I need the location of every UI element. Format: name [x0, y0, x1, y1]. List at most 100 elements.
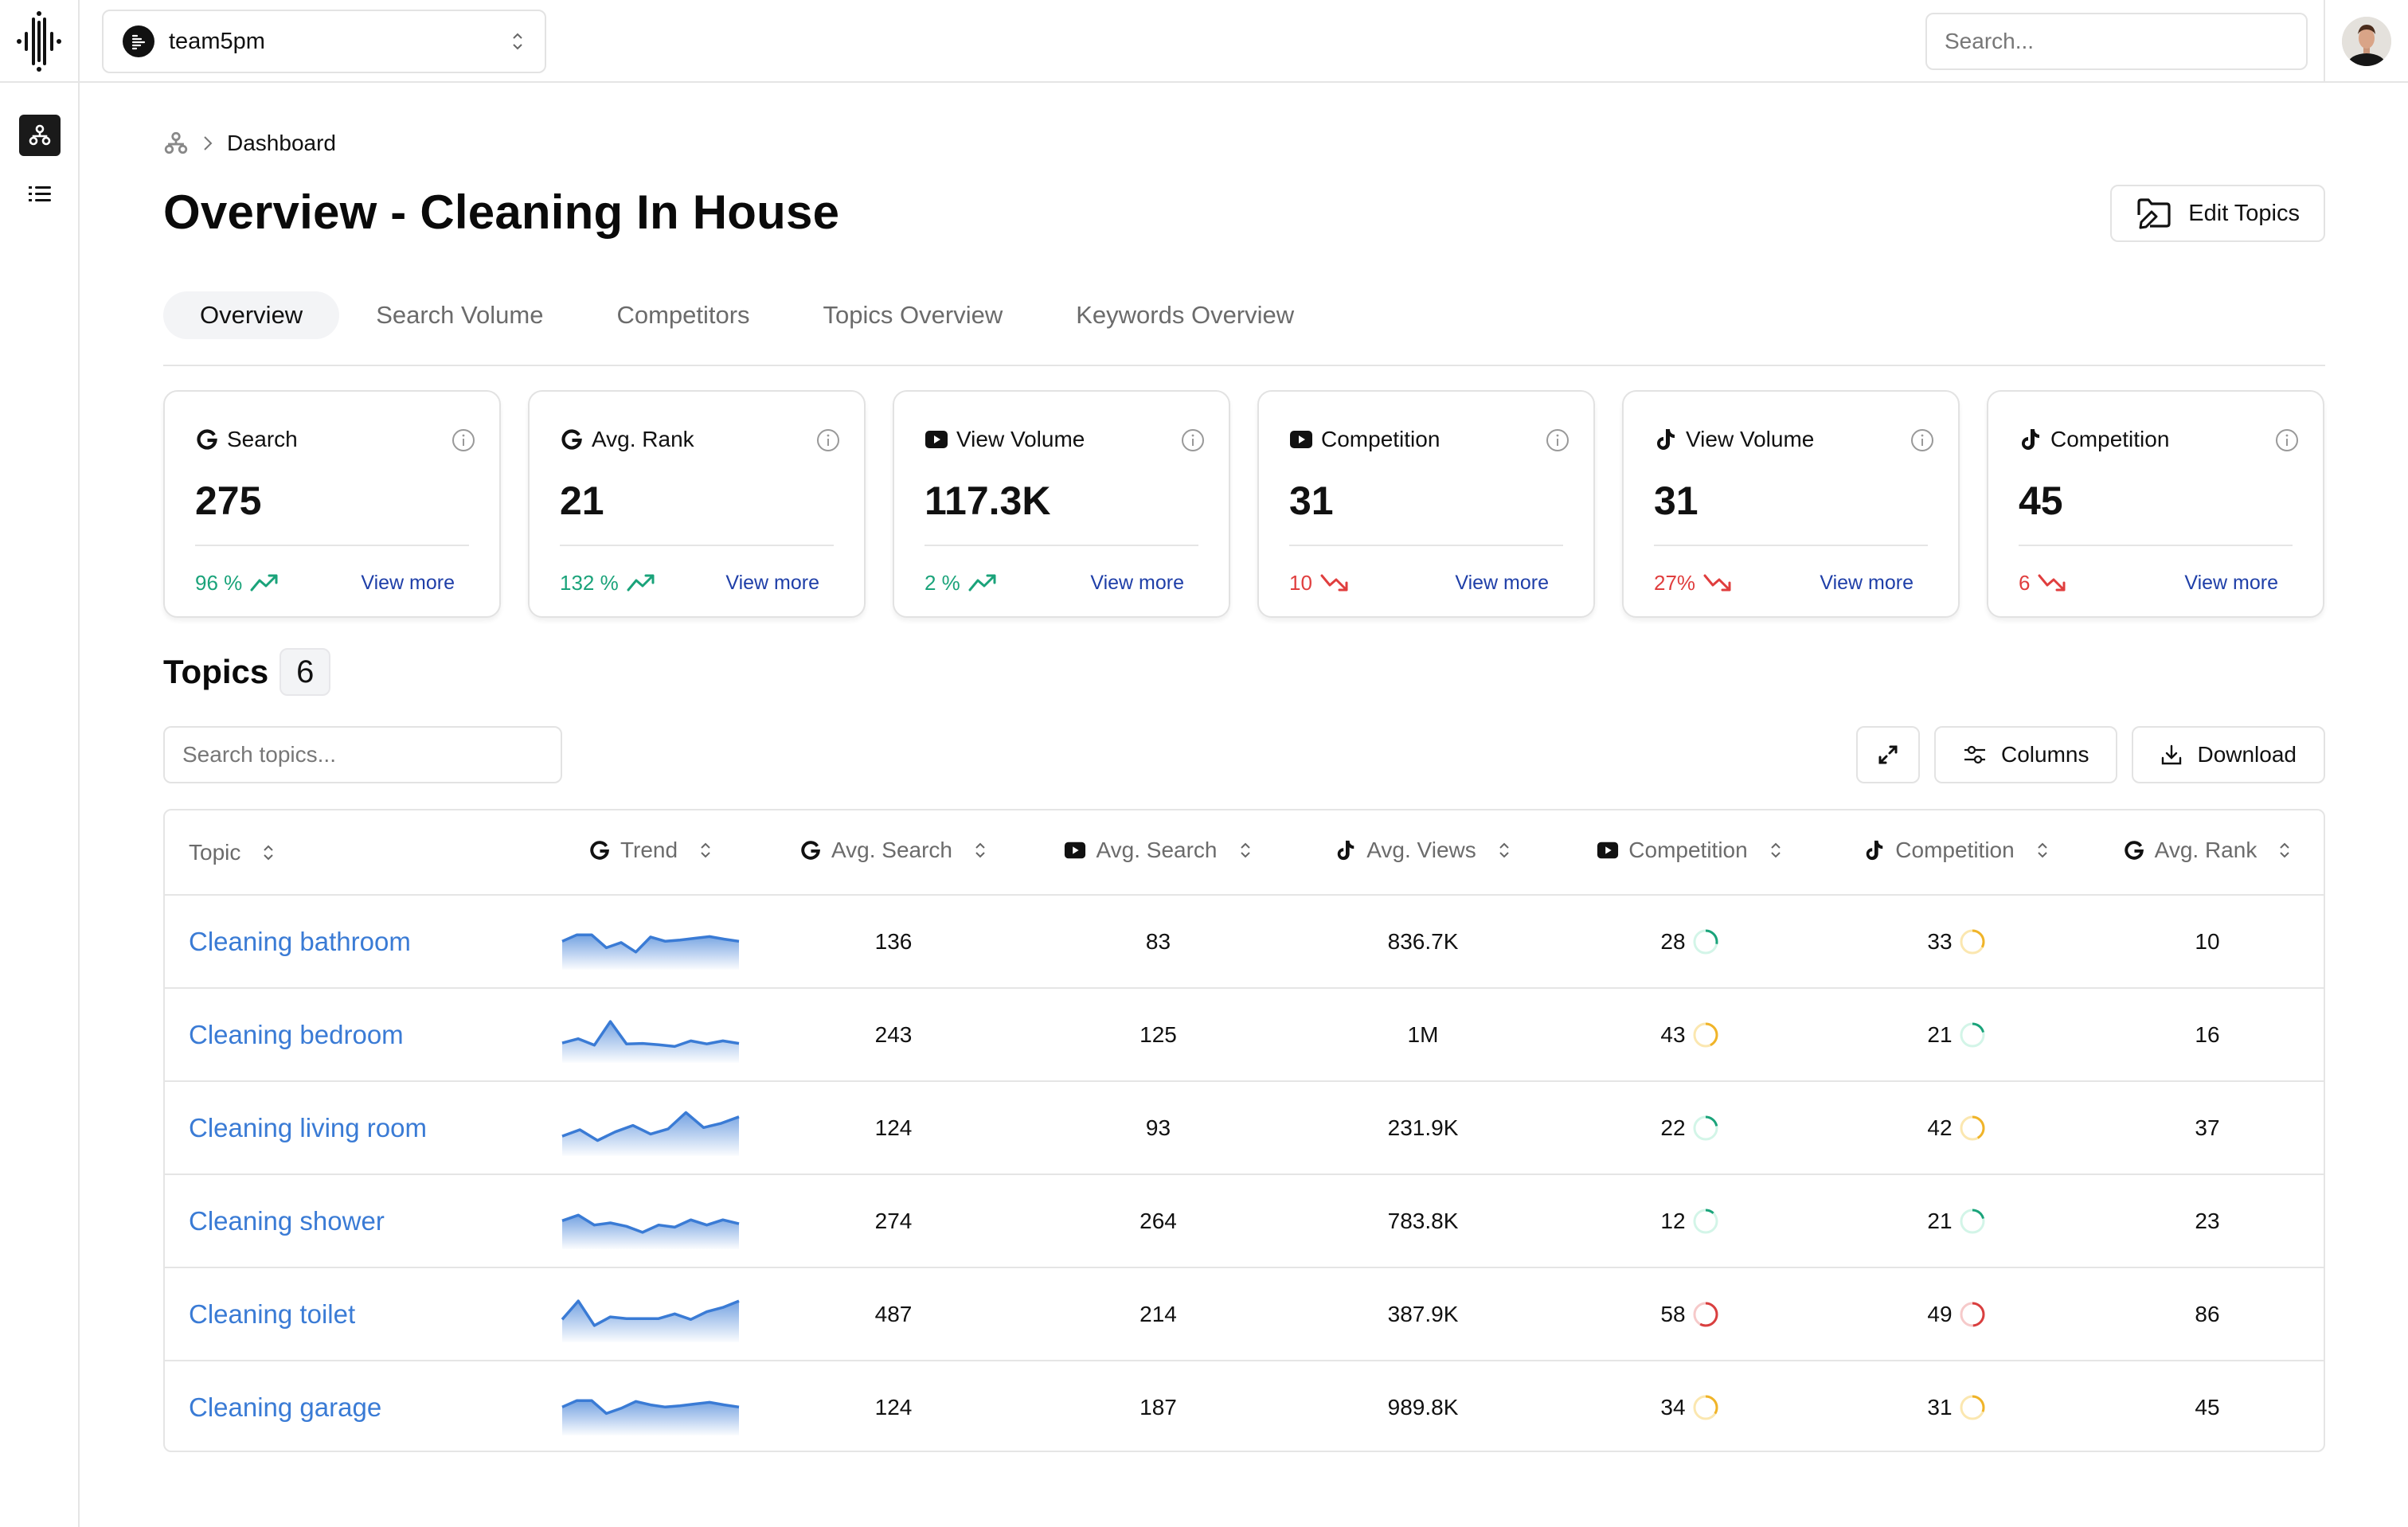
chevron-right-icon — [204, 136, 213, 150]
google-icon — [590, 841, 609, 860]
user-avatar[interactable] — [2342, 17, 2391, 66]
info-icon[interactable] — [1910, 428, 1934, 452]
tab-keywords-overview[interactable]: Keywords Overview — [1039, 291, 1331, 339]
card-delta: 27% — [1654, 571, 1734, 596]
table-row[interactable]: Cleaning toilet 487 214 387.9K 58 49 86 — [165, 1267, 2324, 1361]
sort-icon[interactable] — [2277, 840, 2292, 861]
card-value: 45 — [2019, 478, 2063, 523]
info-icon[interactable] — [2275, 428, 2299, 452]
sparkline-area — [562, 1300, 739, 1342]
view-more-link[interactable]: View more — [725, 572, 834, 595]
topic-link[interactable]: Cleaning toilet — [189, 1299, 355, 1329]
tiktok-icon — [2022, 429, 2039, 450]
info-icon[interactable] — [816, 428, 840, 452]
sparkline-area — [562, 934, 739, 970]
sort-icon[interactable] — [973, 840, 987, 861]
sidebar-item-topics[interactable] — [19, 115, 61, 156]
card-footer: 6 View more — [2019, 568, 2293, 597]
card-header: Search — [195, 424, 469, 455]
topic-cell: Cleaning garage — [165, 1361, 539, 1451]
view-more-link[interactable]: View more — [361, 572, 469, 595]
topic-link[interactable]: Cleaning garage — [189, 1392, 381, 1422]
view-more-link[interactable]: View more — [2184, 572, 2293, 595]
competition-ring-icon — [1693, 1022, 1718, 1047]
column-header[interactable]: Trend — [539, 810, 762, 896]
column-header-label: Avg. Views — [1366, 838, 1476, 862]
top-bar: team5pm — [0, 0, 2408, 83]
topic-link[interactable]: Cleaning shower — [189, 1206, 385, 1236]
column-header-label: Avg. Search — [1096, 838, 1218, 862]
column-header[interactable]: Competition — [1825, 810, 2088, 896]
youtube-avg-search-cell: 83 — [1025, 895, 1292, 989]
columns-button[interactable]: Columns — [1933, 726, 2118, 783]
view-more-link[interactable]: View more — [1090, 572, 1198, 595]
sort-icon[interactable] — [1238, 840, 1253, 861]
sort-icon[interactable] — [1497, 840, 1511, 861]
card-header: Avg. Rank — [560, 424, 834, 455]
card-header: Competition — [2019, 424, 2293, 455]
sort-icon[interactable] — [698, 840, 713, 861]
card-delta: 2 % — [924, 571, 999, 596]
topic-cell: Cleaning living room — [165, 1081, 539, 1175]
card-delta-value: 6 — [2019, 570, 2031, 595]
table-row[interactable]: Cleaning garage 124 187 989.8K 34 31 45 — [165, 1361, 2324, 1451]
competition-ring-icon — [1693, 1395, 1718, 1420]
metric-card: Search 275 96 % View more — [163, 390, 501, 618]
edit-topics-button[interactable]: Edit Topics — [2110, 185, 2325, 242]
team-selector[interactable]: team5pm — [102, 10, 546, 73]
tiktok-competition-cell: 31 — [1825, 1361, 2088, 1451]
sidebar-item-list[interactable] — [19, 174, 61, 215]
youtube-competition-value: 58 — [1660, 1301, 1686, 1326]
topics-table: Topic Trend Avg. Search Avg. Search Avg. Vie… — [163, 809, 2325, 1452]
google-icon — [197, 429, 217, 450]
column-header[interactable]: Topic — [165, 810, 539, 896]
youtube-competition-cell: 43 — [1554, 988, 1825, 1082]
download-button[interactable]: Download — [2132, 726, 2325, 783]
sliders-icon — [1964, 745, 1985, 764]
card-delta: 6 — [2019, 571, 2068, 596]
youtube-competition-cell: 58 — [1554, 1267, 1825, 1361]
youtube-competition-cell: 12 — [1554, 1174, 1825, 1268]
topic-link[interactable]: Cleaning living room — [189, 1113, 427, 1142]
table-row[interactable]: Cleaning living room 124 93 231.9K 22 42… — [165, 1081, 2324, 1175]
table-toolbar: Columns Download — [1855, 726, 2325, 783]
youtube-competition-value: 12 — [1660, 1208, 1686, 1233]
global-search-input[interactable] — [1925, 13, 2308, 70]
trend-cell — [539, 1361, 762, 1451]
expand-button[interactable] — [1855, 726, 1920, 783]
column-header[interactable]: Avg. Rank — [2088, 810, 2324, 896]
view-more-link[interactable]: View more — [1455, 572, 1563, 595]
youtube-avg-search-cell: 214 — [1025, 1267, 1292, 1361]
info-icon[interactable] — [452, 428, 475, 452]
column-header[interactable]: Avg. Views — [1292, 810, 1554, 896]
table-row[interactable]: Cleaning bedroom 243 125 1M 43 21 16 — [165, 988, 2324, 1082]
info-icon[interactable] — [1181, 428, 1205, 452]
topic-search-input[interactable] — [163, 726, 562, 783]
user-menu[interactable] — [2324, 0, 2408, 83]
table-row[interactable]: Cleaning shower 274 264 783.8K 12 21 23 — [165, 1174, 2324, 1268]
tab-search-volume[interactable]: Search Volume — [339, 291, 580, 339]
topic-tree-icon[interactable] — [163, 131, 189, 156]
card-footer: 27% View more — [1654, 568, 1928, 597]
topic-link[interactable]: Cleaning bedroom — [189, 1020, 404, 1049]
metric-card: View Volume 117.3K 2 % View more — [893, 390, 1230, 618]
youtube-icon — [1065, 842, 1086, 859]
sort-icon[interactable] — [261, 842, 276, 863]
app-logo[interactable] — [0, 0, 80, 83]
tab-competitors[interactable]: Competitors — [580, 291, 786, 339]
column-header[interactable]: Competition — [1554, 810, 1825, 896]
tab-overview[interactable]: Overview — [163, 291, 340, 339]
trend-up-icon — [627, 574, 655, 592]
sort-icon[interactable] — [2035, 840, 2050, 861]
table-row[interactable]: Cleaning bathroom 136 83 836.7K 28 33 10 — [165, 895, 2324, 989]
sort-icon[interactable] — [1769, 840, 1783, 861]
view-more-link[interactable]: View more — [1820, 572, 1928, 595]
column-header[interactable]: Avg. Search — [1025, 810, 1292, 896]
tab-topics-overview[interactable]: Topics Overview — [787, 291, 1040, 339]
tiktok-competition-cell: 33 — [1825, 895, 2088, 989]
info-icon[interactable] — [1546, 428, 1570, 452]
tiktok-competition-value: 42 — [1927, 1115, 1953, 1140]
topic-link[interactable]: Cleaning bathroom — [189, 927, 411, 956]
column-header[interactable]: Avg. Search — [762, 810, 1025, 896]
tiktok-icon — [1337, 840, 1354, 861]
